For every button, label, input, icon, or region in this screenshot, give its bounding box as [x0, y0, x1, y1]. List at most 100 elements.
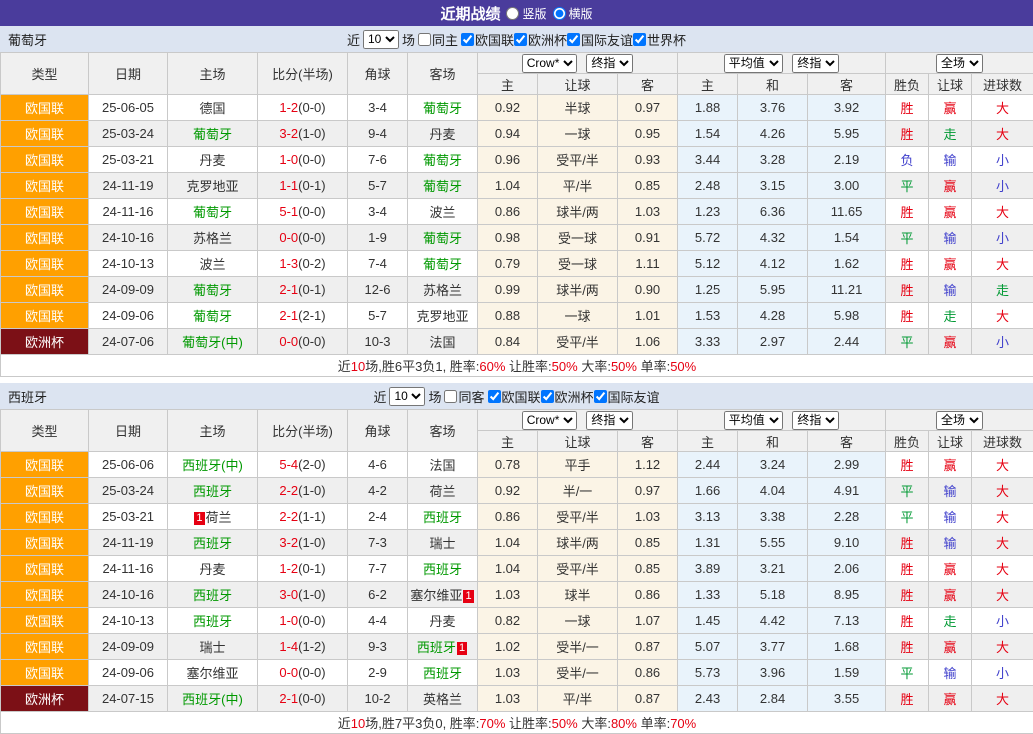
average-select[interactable]: 平均值: [724, 54, 783, 73]
cell-avg-draw-odds: 2.97: [738, 329, 808, 355]
cell-date: 24-10-16: [89, 582, 168, 608]
competition-filter[interactable]: 世界杯: [633, 30, 686, 49]
cell-away-team: 葡萄牙: [408, 225, 478, 251]
cell-crow-away-odds: 0.87: [618, 686, 678, 712]
competition-checkbox[interactable]: [461, 33, 474, 46]
same-venue-filter[interactable]: 同客: [444, 387, 484, 406]
competition-checkbox[interactable]: [633, 33, 646, 46]
cell-avg-draw-odds: 4.32: [738, 225, 808, 251]
cell-avg-draw-odds: 2.84: [738, 686, 808, 712]
cell-avg-away-odds: 3.55: [808, 686, 886, 712]
cell-competition: 欧国联: [1, 121, 89, 147]
cell-score: 5-4(2-0): [258, 452, 348, 478]
cell-score: 2-1(0-0): [258, 686, 348, 712]
competition-checkbox[interactable]: [541, 390, 554, 403]
cell-result-wdl: 负: [886, 147, 929, 173]
cell-avg-draw-odds: 4.12: [738, 251, 808, 277]
vertical-layout-radio[interactable]: [506, 7, 519, 20]
cell-result-wdl: 胜: [886, 95, 929, 121]
cell-competition: 欧国联: [1, 634, 89, 660]
competition-filter[interactable]: 欧国联: [488, 387, 541, 406]
competition-checkbox[interactable]: [514, 33, 527, 46]
cell-result-goals: 小: [972, 329, 1033, 355]
col-header-away: 客场: [408, 53, 478, 95]
competition-filter[interactable]: 国际友谊: [594, 387, 660, 406]
cell-crow-handicap: 球半/两: [538, 530, 618, 556]
cell-avg-away-odds: 2.06: [808, 556, 886, 582]
bookmaker-select[interactable]: Crow*: [522, 411, 577, 430]
cell-avg-home-odds: 5.12: [678, 251, 738, 277]
competition-filter[interactable]: 欧国联: [461, 30, 514, 49]
cell-away-team: 葡萄牙: [408, 251, 478, 277]
cell-competition: 欧国联: [1, 530, 89, 556]
col-header-corner: 角球: [348, 410, 408, 452]
cell-home-team: 西班牙(中): [168, 452, 258, 478]
cell-score: 0-0(0-0): [258, 329, 348, 355]
odds-stage-select-1[interactable]: 终指: [586, 411, 633, 430]
games-count-select[interactable]: 10: [389, 387, 425, 406]
competition-filter[interactable]: 国际友谊: [567, 30, 633, 49]
cell-result-wdl: 胜: [886, 582, 929, 608]
cell-corners: 5-7: [348, 173, 408, 199]
cell-home-team: 波兰: [168, 251, 258, 277]
cell-score: 1-4(1-2): [258, 634, 348, 660]
cell-date: 25-06-05: [89, 95, 168, 121]
cell-corners: 9-3: [348, 634, 408, 660]
average-select[interactable]: 平均值: [724, 411, 783, 430]
match-row: 欧国联25-06-05德国1-2(0-0)3-4葡萄牙0.92半球0.971.8…: [1, 95, 1033, 121]
competition-checkbox[interactable]: [567, 33, 580, 46]
cell-result-handicap: 走: [929, 303, 972, 329]
cell-score: 1-0(0-0): [258, 608, 348, 634]
cell-crow-handicap: 平/半: [538, 173, 618, 199]
cell-crow-away-odds: 1.12: [618, 452, 678, 478]
cell-score: 3-0(1-0): [258, 582, 348, 608]
competition-filter[interactable]: 欧洲杯: [514, 30, 567, 49]
sub-header-handicap: 让球: [538, 74, 618, 95]
same-venue-filter[interactable]: 同主: [418, 30, 458, 49]
cell-result-wdl: 胜: [886, 686, 929, 712]
odds-stage-select-2[interactable]: 终指: [792, 411, 839, 430]
scope-select[interactable]: 全场: [936, 411, 983, 430]
competition-checkbox[interactable]: [594, 390, 607, 403]
cell-date: 25-06-06: [89, 452, 168, 478]
cell-result-goals: 大: [972, 478, 1033, 504]
cell-result-goals: 大: [972, 251, 1033, 277]
cell-corners: 6-2: [348, 582, 408, 608]
cell-crow-home-odds: 0.92: [478, 95, 538, 121]
cell-crow-home-odds: 0.82: [478, 608, 538, 634]
cell-date: 24-10-16: [89, 225, 168, 251]
cell-avg-away-odds: 1.68: [808, 634, 886, 660]
competition-filter[interactable]: 欧洲杯: [541, 387, 594, 406]
cell-date: 25-03-21: [89, 504, 168, 530]
cell-competition: 欧洲杯: [1, 329, 89, 355]
layout-option-horizontal[interactable]: 横版: [553, 5, 593, 22]
cell-crow-home-odds: 0.78: [478, 452, 538, 478]
bookmaker-select[interactable]: Crow*: [522, 54, 577, 73]
competition-checkbox[interactable]: [488, 390, 501, 403]
cell-crow-home-odds: 1.03: [478, 582, 538, 608]
cell-crow-away-odds: 0.87: [618, 634, 678, 660]
match-row: 欧国联25-03-21丹麦1-0(0-0)7-6葡萄牙0.96受平/半0.933…: [1, 147, 1033, 173]
odds-stage-select-1[interactable]: 终指: [586, 54, 633, 73]
games-count-select[interactable]: 10: [363, 30, 399, 49]
same-venue-checkbox[interactable]: [444, 390, 457, 403]
cell-crow-home-odds: 0.88: [478, 303, 538, 329]
cell-away-team: 克罗地亚: [408, 303, 478, 329]
cell-result-goals: 大: [972, 530, 1033, 556]
col-header-home: 主场: [168, 410, 258, 452]
horizontal-layout-radio[interactable]: [553, 7, 566, 20]
odds-stage-select-2[interactable]: 终指: [792, 54, 839, 73]
cell-avg-home-odds: 5.72: [678, 225, 738, 251]
cell-crow-home-odds: 1.04: [478, 556, 538, 582]
cell-avg-home-odds: 1.88: [678, 95, 738, 121]
cell-crow-home-odds: 0.98: [478, 225, 538, 251]
cell-away-team: 丹麦: [408, 608, 478, 634]
cell-result-goals: 走: [972, 277, 1033, 303]
same-venue-checkbox[interactable]: [418, 33, 431, 46]
scope-select[interactable]: 全场: [936, 54, 983, 73]
layout-option-vertical[interactable]: 竖版: [506, 5, 546, 22]
cell-competition: 欧国联: [1, 452, 89, 478]
cell-home-team: 西班牙(中): [168, 686, 258, 712]
cell-result-goals: 大: [972, 582, 1033, 608]
cell-result-goals: 大: [972, 452, 1033, 478]
